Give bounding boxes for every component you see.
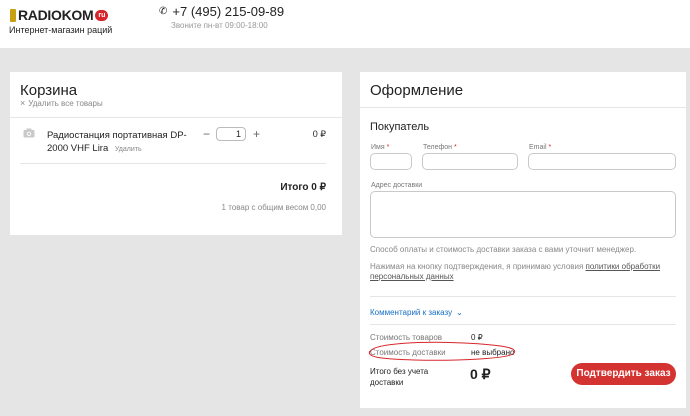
comment-toggle[interactable]: Комментарий к заказу ⌄ bbox=[370, 308, 463, 317]
radio-logo-icon bbox=[10, 8, 16, 22]
quantity-increase-button[interactable]: + bbox=[253, 127, 260, 141]
divider bbox=[360, 107, 686, 108]
divider bbox=[370, 324, 676, 325]
quantity-input[interactable] bbox=[216, 127, 246, 141]
header-phone[interactable]: ✆ +7 (495) 215-09-89 bbox=[159, 4, 284, 19]
clear-cart-button[interactable]: × Удалить все товары bbox=[20, 98, 103, 108]
cart-title: Корзина bbox=[20, 82, 78, 99]
close-icon: × bbox=[20, 98, 26, 108]
total-without-shipping-value: 0 ₽ bbox=[470, 366, 491, 382]
comment-toggle-label: Комментарий к заказу bbox=[370, 308, 453, 317]
remove-item-button[interactable]: Удалить bbox=[115, 146, 142, 153]
name-field-label: Имя * bbox=[371, 144, 390, 151]
phone-icon: ✆ bbox=[159, 6, 168, 17]
logo-badge: ru bbox=[95, 9, 109, 21]
site-logo[interactable]: RADIOKOM ru bbox=[10, 6, 109, 24]
confirm-order-button[interactable]: Подтвердить заказ bbox=[571, 363, 676, 385]
cart-total: Итого 0 ₽ bbox=[280, 182, 326, 193]
divider bbox=[20, 163, 326, 164]
cart-summary: 1 товар с общим весом 0,00 bbox=[221, 203, 326, 212]
working-hours: Звоните пн-вт 09:00-18:00 bbox=[171, 21, 268, 30]
payment-note: Способ оплаты и стоимость доставки заказ… bbox=[370, 245, 637, 254]
divider bbox=[370, 296, 676, 297]
buyer-heading: Покупатель bbox=[370, 121, 430, 133]
phone-field[interactable] bbox=[422, 153, 518, 170]
chevron-down-icon: ⌄ bbox=[456, 308, 463, 317]
logo-subtitle: Интернет-магазин раций bbox=[9, 25, 113, 35]
logo-text: RADIOKOM bbox=[18, 7, 94, 23]
consent-note: Нажимая на кнопку подтверждения, я прини… bbox=[370, 262, 661, 281]
clear-cart-label: Удалить все товары bbox=[28, 98, 103, 108]
cart-item-name[interactable]: Радиостанция портативная DP-2000 VHF Lir… bbox=[47, 129, 197, 156]
address-textarea[interactable] bbox=[370, 191, 676, 238]
camera-icon bbox=[23, 128, 35, 138]
address-field-label: Адрес доставки bbox=[371, 182, 423, 189]
phone-number: +7 (495) 215-09-89 bbox=[172, 4, 285, 19]
phone-field-label: Телефон * bbox=[423, 144, 457, 151]
cart-item-price: 0 ₽ bbox=[312, 129, 326, 139]
quantity-decrease-button[interactable]: − bbox=[203, 127, 210, 141]
annotation-ellipse bbox=[368, 341, 516, 361]
email-field[interactable] bbox=[528, 153, 676, 170]
divider bbox=[10, 117, 342, 118]
name-field[interactable] bbox=[370, 153, 412, 170]
email-field-label: Email * bbox=[529, 144, 552, 151]
total-without-shipping-label: Итого без учета доставки bbox=[370, 367, 429, 387]
checkout-title: Оформление bbox=[370, 82, 464, 99]
